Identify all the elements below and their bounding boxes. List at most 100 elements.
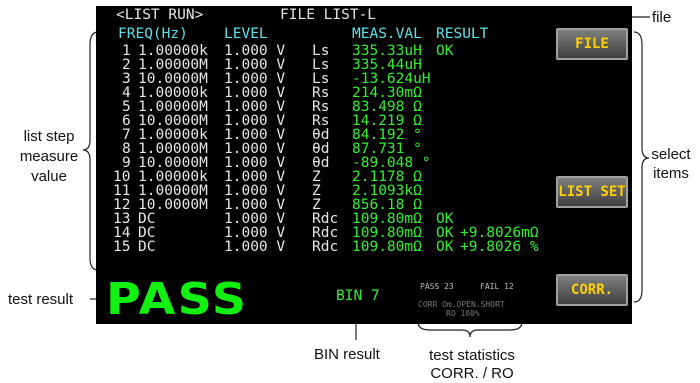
- row-number: 14: [113, 225, 131, 241]
- stats-ro: RO 100%: [446, 309, 480, 318]
- row-level: 1.000 V: [224, 141, 286, 157]
- row-number: 4: [122, 85, 131, 101]
- col-header-freq: FREQ(Hz): [118, 26, 188, 42]
- header-title: FILE LIST-L: [280, 7, 377, 23]
- row-number: 2: [122, 57, 131, 73]
- row-value: -13.624uH: [352, 71, 431, 87]
- bin-result: BIN 7: [336, 288, 380, 304]
- row-freq: 10.0000M: [138, 71, 208, 87]
- row-value: 83.498 Ω: [352, 99, 422, 115]
- row-freq: 1.00000M: [138, 141, 208, 157]
- row-number: 7: [122, 127, 131, 143]
- stats-corr: CORR Om.OPEN.SHORT: [418, 300, 505, 309]
- row-value: 109.80mΩ: [352, 225, 422, 241]
- row-param: Ls: [312, 43, 330, 59]
- row-value: 2.1093kΩ: [352, 183, 422, 199]
- list-set-button[interactable]: LIST SET: [556, 176, 628, 208]
- row-param: Ls: [312, 71, 330, 87]
- row-freq: DC: [138, 225, 156, 241]
- row-param: θd: [312, 127, 330, 143]
- row-param: Rdc: [312, 239, 339, 255]
- row-freq: 10.0000M: [138, 197, 208, 213]
- row-param: θd: [312, 141, 330, 157]
- row-number: 8: [122, 141, 131, 157]
- row-value: 856.18 Ω: [352, 197, 422, 213]
- row-level: 1.000 V: [224, 197, 286, 213]
- row-number: 15: [113, 239, 131, 255]
- test-result-pass: PASS: [106, 274, 249, 324]
- row-level: 1.000 V: [224, 57, 286, 73]
- row-number: 13: [113, 211, 131, 227]
- list-table: 1 1.00000k 1.000 V Ls 335.33uH OK 2 1.00000M 1.…: [96, 44, 556, 274]
- row-freq: 10.0000M: [138, 155, 208, 171]
- row-result: OK: [436, 211, 454, 227]
- row-number: 9: [122, 155, 131, 171]
- row-level: 1.000 V: [224, 225, 286, 241]
- row-deviation: +9.8026mΩ: [460, 225, 539, 241]
- row-level: 1.000 V: [224, 99, 286, 115]
- row-freq: 1.00000k: [138, 43, 208, 59]
- col-header-result: RESULT: [436, 26, 489, 42]
- row-value: 109.80mΩ: [352, 211, 422, 227]
- row-result: OK: [436, 43, 454, 59]
- row-value: 87.731 °: [352, 141, 422, 157]
- stats-brace: [417, 321, 523, 338]
- row-param: Z: [312, 197, 321, 213]
- corr-button[interactable]: CORR.: [556, 274, 628, 306]
- row-level: 1.000 V: [224, 169, 286, 185]
- row-param: θd: [312, 155, 330, 171]
- row-number: 3: [122, 71, 131, 87]
- row-freq: DC: [138, 211, 156, 227]
- row-freq: 1.00000k: [138, 127, 208, 143]
- row-level: 1.000 V: [224, 239, 286, 255]
- row-level: 1.000 V: [224, 113, 286, 129]
- row-level: 1.000 V: [224, 211, 286, 227]
- row-freq: 1.00000k: [138, 169, 208, 185]
- row-freq: 1.00000M: [138, 99, 208, 115]
- row-value: 14.219 Ω: [352, 113, 422, 129]
- row-param: Rs: [312, 85, 330, 101]
- row-freq: 1.00000M: [138, 183, 208, 199]
- row-value: 335.33uH: [352, 43, 422, 59]
- row-param: Rdc: [312, 211, 339, 227]
- col-header-level: LEVEL: [224, 26, 268, 42]
- col-header-meas: MEAS.VAL: [352, 26, 422, 42]
- row-freq: DC: [138, 239, 156, 255]
- row-result: OK: [436, 225, 454, 241]
- row-value: 84.192 °: [352, 127, 422, 143]
- row-number: 11: [113, 183, 131, 199]
- row-freq: 10.0000M: [138, 113, 208, 129]
- row-value: -89.048 °: [352, 155, 431, 171]
- stats-fail: FAIL 12: [480, 282, 514, 291]
- row-param: Rdc: [312, 225, 339, 241]
- row-param: Z: [312, 169, 321, 185]
- row-level: 1.000 V: [224, 183, 286, 199]
- row-freq: 1.00000k: [138, 85, 208, 101]
- header-mode: <LIST RUN>: [116, 7, 204, 23]
- row-param: Rs: [312, 99, 330, 115]
- row-number: 1: [122, 43, 131, 59]
- row-level: 1.000 V: [224, 71, 286, 87]
- row-number: 12: [113, 197, 131, 213]
- row-value: 2.1178 Ω: [352, 169, 422, 185]
- row-level: 1.000 V: [224, 127, 286, 143]
- file-button[interactable]: FILE: [556, 28, 628, 60]
- row-deviation: +9.8026 %: [460, 239, 539, 255]
- row-value: 214.30mΩ: [352, 85, 422, 101]
- row-value: 335.44uH: [352, 57, 422, 73]
- stats-pass: PASS 23: [420, 282, 454, 291]
- row-level: 1.000 V: [224, 43, 286, 59]
- row-value: 109.80mΩ: [352, 239, 422, 255]
- row-param: Rs: [312, 113, 330, 129]
- row-result: OK: [436, 239, 454, 255]
- row-number: 5: [122, 99, 131, 115]
- row-level: 1.000 V: [224, 85, 286, 101]
- instrument-screen: <LIST RUN> FILE LIST-L FREQ(Hz) LEVEL ME…: [96, 6, 632, 324]
- row-number: 6: [122, 113, 131, 129]
- select-items-brace: [633, 31, 650, 303]
- row-freq: 1.00000M: [138, 57, 208, 73]
- row-param: Ls: [312, 57, 330, 73]
- row-param: Z: [312, 183, 321, 199]
- row-number: 10: [113, 169, 131, 185]
- row-level: 1.000 V: [224, 155, 286, 171]
